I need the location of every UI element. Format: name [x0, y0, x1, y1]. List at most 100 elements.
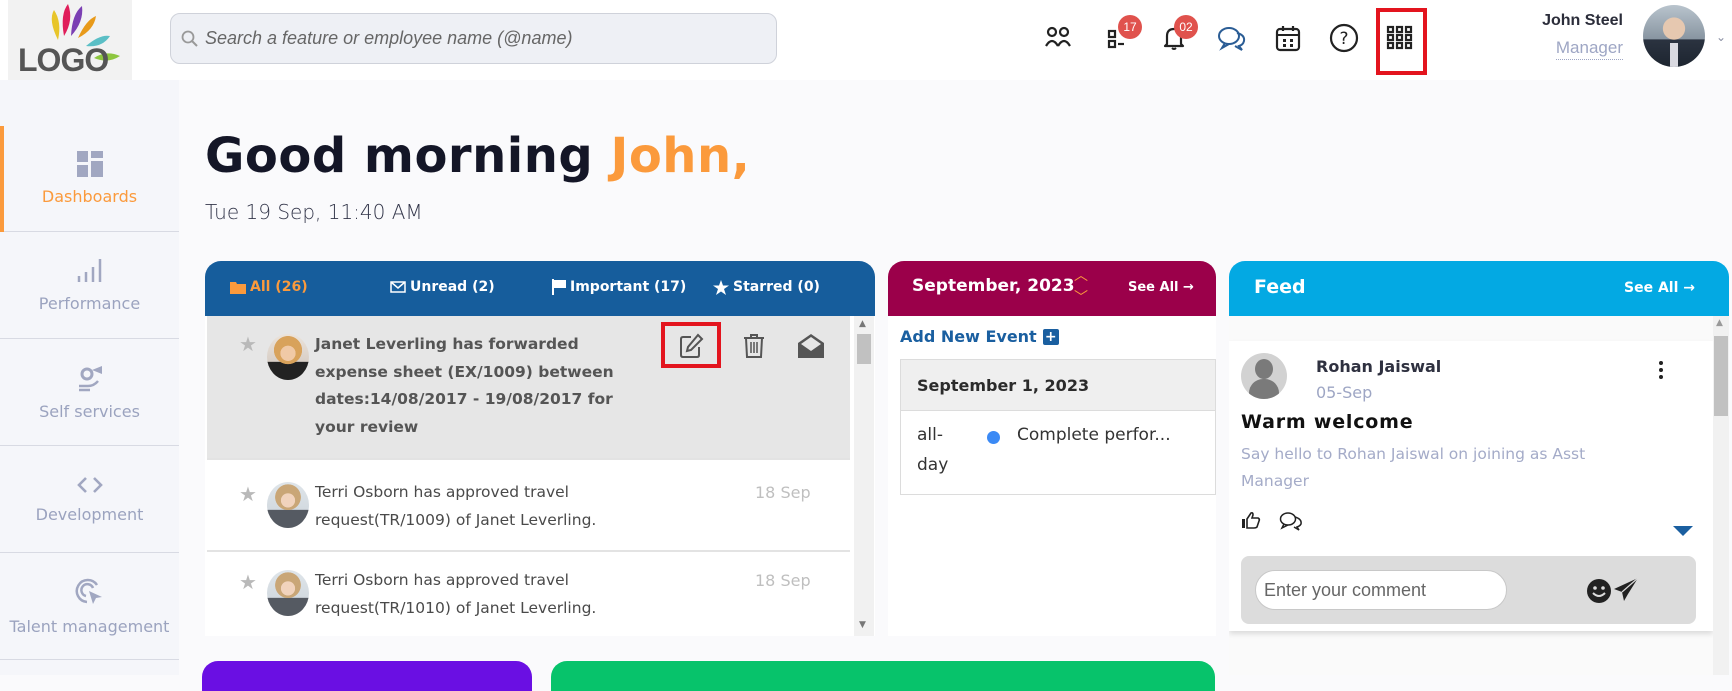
bottom-card-purple: [202, 661, 532, 691]
messages-list: ★ Janet Leverling has forwarded expense …: [205, 316, 850, 636]
comment-box: [1241, 556, 1696, 624]
star-toggle-icon[interactable]: ★: [239, 482, 257, 506]
bottom-card-green: [551, 661, 1215, 691]
scroll-up-icon[interactable]: ▲: [859, 319, 866, 329]
star-toggle-icon[interactable]: ★: [239, 570, 257, 594]
comment-input[interactable]: [1255, 570, 1507, 610]
user-name[interactable]: John Steel: [1490, 12, 1623, 30]
chat-button[interactable]: [1214, 20, 1250, 56]
mark-read-button[interactable]: [791, 326, 831, 366]
message-item[interactable]: ★ Terri Osborn has approved travel reque…: [207, 464, 850, 552]
delete-button[interactable]: [734, 326, 774, 366]
bar-chart-icon: [77, 259, 101, 282]
calendar-button[interactable]: [1270, 20, 1306, 56]
sidebar-item-talent-management[interactable]: Talent management: [0, 554, 179, 660]
feed-title: Feed: [1254, 276, 1306, 298]
calendar-day-heading: September 1, 2023: [901, 360, 1215, 411]
tab-important[interactable]: Important (17): [552, 279, 686, 295]
emoji-icon[interactable]: [1587, 579, 1611, 603]
sidebar-label: Development: [35, 505, 144, 524]
sidebar-label: Performance: [38, 294, 141, 313]
event-title[interactable]: Complete perfor...: [1017, 420, 1171, 450]
message-date: 18 Sep: [755, 571, 811, 590]
logo-text: LOGO: [18, 42, 109, 78]
like-button[interactable]: [1241, 511, 1261, 533]
apps-highlight-box: [1376, 8, 1427, 75]
greeting-datetime: Tue 19 Sep, 11:40 AM: [205, 200, 423, 224]
tab-starred[interactable]: Starred (0): [713, 279, 820, 295]
logo[interactable]: LOGO: [8, 0, 132, 80]
envelope-icon: [390, 281, 406, 293]
search-input[interactable]: [205, 28, 765, 49]
send-icon[interactable]: [1613, 577, 1639, 603]
calendar-see-all-link[interactable]: See All →: [1128, 280, 1194, 295]
dashboard-icon: [76, 151, 103, 177]
post-title: Warm welcome: [1241, 411, 1414, 433]
calendar-icon: [1275, 26, 1301, 52]
message-item[interactable]: ★ Janet Leverling has forwarded expense …: [207, 316, 850, 460]
search-bar[interactable]: [170, 13, 777, 64]
thumbs-up-icon: [1242, 511, 1261, 529]
sidebar: Dashboards Performance Self services Dev…: [0, 80, 179, 675]
greeting-name: John,: [610, 128, 751, 184]
sidebar-item-development[interactable]: Development: [0, 447, 179, 553]
scrollbar-thumb[interactable]: [857, 334, 871, 364]
tab-all[interactable]: All (26): [230, 279, 308, 295]
notifications-badge: 02: [1174, 15, 1198, 39]
message-text: Terri Osborn has approved travel request…: [315, 483, 597, 529]
sidebar-item-dashboards[interactable]: Dashboards: [0, 126, 179, 232]
calendar-header: September, 2023 ︿ ﹀ See All →: [888, 261, 1216, 316]
comment-button[interactable]: [1279, 511, 1303, 535]
envelope-open-icon: [798, 334, 824, 358]
feed-see-all-link[interactable]: See All →: [1624, 280, 1695, 296]
feed-card: Feed See All → Rohan Jaiswal 05-Sep Warm…: [1229, 261, 1729, 675]
chat-icon: [1218, 27, 1246, 51]
feed-post: Rohan Jaiswal 05-Sep Warm welcome Say he…: [1229, 341, 1713, 631]
next-month-chevron-down-icon[interactable]: ﹀: [1074, 287, 1088, 309]
self-service-icon: [78, 366, 102, 392]
message-item[interactable]: ★ Terri Osborn has approved travel reque…: [207, 552, 850, 636]
feed-scrollbar[interactable]: ▲: [1713, 316, 1729, 675]
scroll-up-icon[interactable]: ▲: [1716, 318, 1723, 328]
user-avatar[interactable]: [1643, 5, 1705, 67]
help-button[interactable]: ?: [1326, 20, 1362, 56]
tasks-button[interactable]: 17: [1100, 15, 1142, 56]
sender-avatar: [267, 334, 309, 380]
more-options-icon[interactable]: [1659, 361, 1665, 379]
event-time: all-day: [917, 425, 949, 475]
scroll-down-icon[interactable]: ▼: [859, 620, 866, 630]
sender-avatar: [267, 570, 309, 616]
messages-scrollbar[interactable]: ▲ ▼: [854, 316, 874, 636]
plus-icon: +: [1042, 328, 1059, 345]
sidebar-item-self-services[interactable]: Self services: [0, 340, 179, 446]
star-toggle-icon[interactable]: ★: [239, 332, 257, 356]
post-body: Say hello to Rohan Jaiswal on joining as…: [1241, 445, 1586, 490]
post-author[interactable]: Rohan Jaiswal: [1316, 357, 1441, 376]
message-date: 18 Sep: [755, 483, 811, 502]
add-event-button[interactable]: Add New Event +: [900, 327, 1059, 346]
month-switcher: ︿ ﹀: [1074, 265, 1088, 309]
feed-header: Feed See All →: [1229, 261, 1729, 316]
sidebar-item-performance[interactable]: Performance: [0, 233, 179, 339]
sidebar-label: Dashboards: [41, 187, 138, 206]
event-color-dot: [987, 431, 1000, 444]
sidebar-label: Talent management: [9, 617, 170, 636]
sidebar-label: Self services: [39, 402, 140, 421]
people-button[interactable]: [1040, 20, 1076, 56]
user-role: Manager: [1500, 38, 1623, 60]
top-bar: LOGO 17 02: [0, 0, 1732, 80]
user-menu-chevron-icon[interactable]: ⌄: [1716, 30, 1726, 44]
tab-unread[interactable]: Unread (2): [390, 279, 495, 295]
notifications-button[interactable]: 02: [1156, 15, 1198, 56]
help-icon: ?: [1329, 23, 1359, 53]
expand-post-caret-icon[interactable]: [1673, 526, 1693, 536]
target-cursor-icon: [75, 578, 102, 604]
scrollbar-thumb[interactable]: [1714, 336, 1728, 416]
prev-month-chevron-up-icon[interactable]: ︿: [1074, 265, 1088, 287]
calendar-month: September, 2023: [912, 276, 1075, 296]
calendar-card: September, 2023 ︿ ﹀ See All → Add New Ev…: [888, 261, 1216, 636]
messages-tabs: All (26) Unread (2) Important (17) Starr…: [205, 261, 875, 316]
search-icon: [181, 30, 198, 47]
svg-text:?: ?: [1339, 29, 1348, 49]
code-icon: [76, 477, 103, 493]
